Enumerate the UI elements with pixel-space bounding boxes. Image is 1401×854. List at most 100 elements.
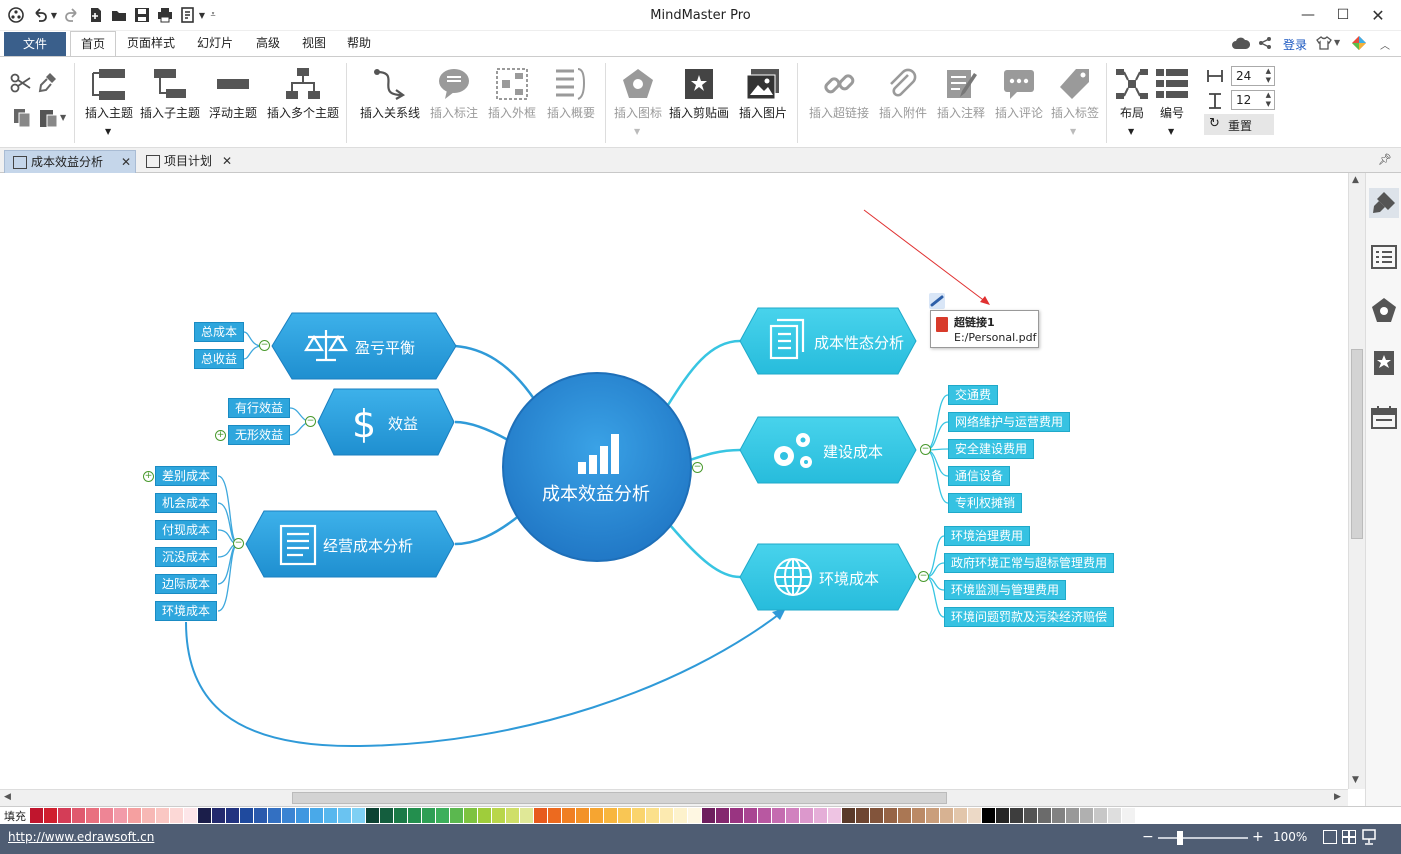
color-swatch[interactable] — [380, 808, 394, 823]
leaf-network-maintenance[interactable]: 网络维护与运营费用 — [948, 412, 1071, 432]
color-swatch[interactable] — [114, 808, 128, 823]
color-swatch[interactable] — [254, 808, 268, 823]
color-swatch[interactable] — [688, 808, 702, 823]
color-swatch[interactable] — [618, 808, 632, 823]
zoom-out-icon[interactable]: − — [1142, 829, 1154, 845]
color-swatch[interactable] — [1038, 808, 1052, 823]
insert-tag-button[interactable]: 插入标签 ▼ — [1046, 57, 1104, 147]
color-swatch[interactable] — [436, 808, 450, 823]
format-painter-icon[interactable] — [38, 71, 58, 96]
color-swatch[interactable] — [702, 808, 716, 823]
maximize-button[interactable]: ☐ — [1331, 4, 1355, 26]
color-swatch[interactable] — [674, 808, 688, 823]
color-swatch[interactable] — [856, 808, 870, 823]
copy-icon[interactable] — [12, 107, 32, 132]
reset-button[interactable]: ↻ 重置 — [1204, 114, 1274, 135]
topic-break-even[interactable]: 盈亏平衡 — [355, 337, 415, 358]
insert-relationship-button[interactable]: 插入关系线 — [356, 57, 424, 147]
insert-subtopic-button[interactable]: 插入子主题 — [138, 57, 202, 147]
color-swatch[interactable] — [1136, 808, 1150, 823]
color-swatch[interactable] — [142, 808, 156, 823]
insert-icon-dropdown-icon[interactable]: ▼ — [634, 127, 640, 136]
doc-tab-project-plan[interactable]: 项目计划 ✕ — [138, 150, 236, 173]
color-swatch[interactable] — [1080, 808, 1094, 823]
color-swatch[interactable] — [842, 808, 856, 823]
pin-panel-icon[interactable]: 📌︎ — [1378, 153, 1392, 166]
color-swatch[interactable] — [100, 808, 114, 823]
leaf-total-cost[interactable]: 总成本 — [194, 322, 245, 342]
leaf-gov-environment-management[interactable]: 政府环境正常与超标管理费用 — [944, 553, 1115, 573]
color-swatch[interactable] — [156, 808, 170, 823]
fit-page-icon[interactable] — [1323, 830, 1337, 844]
color-swatch[interactable] — [338, 808, 352, 823]
color-swatch[interactable] — [170, 808, 184, 823]
color-swatch[interactable] — [646, 808, 660, 823]
color-swatch[interactable] — [548, 808, 562, 823]
insert-attachment-button[interactable]: 插入附件 — [874, 57, 932, 147]
leaf-communication-equipment[interactable]: 通信设备 — [948, 466, 1011, 486]
collapse-toggle-icon[interactable]: − — [692, 462, 703, 473]
insert-topic-dropdown-icon[interactable]: ▼ — [105, 127, 111, 136]
insert-clipart-button[interactable]: 插入剪贴画 — [666, 57, 732, 147]
color-swatch[interactable] — [968, 808, 982, 823]
color-swatch[interactable] — [744, 808, 758, 823]
color-swatch[interactable] — [590, 808, 604, 823]
color-swatch[interactable] — [632, 808, 646, 823]
insert-tag-dropdown-icon[interactable]: ▼ — [1070, 127, 1076, 136]
color-swatch[interactable] — [982, 808, 996, 823]
scroll-right-icon[interactable]: ▶ — [1334, 792, 1341, 802]
color-swatch[interactable] — [1094, 808, 1108, 823]
login-link[interactable]: 登录 — [1283, 36, 1307, 53]
color-swatch[interactable] — [128, 808, 142, 823]
tab-page-style[interactable]: 页面样式 — [121, 31, 181, 56]
hyperlink-badge-icon[interactable] — [929, 293, 945, 309]
expand-toggle-icon[interactable]: + — [143, 471, 154, 482]
tab-help[interactable]: 帮助 — [339, 31, 379, 56]
color-swatch[interactable] — [240, 808, 254, 823]
collapse-ribbon-icon[interactable]: ︿ — [1380, 37, 1390, 52]
leaf-sunk-cost[interactable]: 沉没成本 — [155, 547, 218, 567]
close-tab-icon[interactable]: ✕ — [222, 150, 232, 172]
hyperlink-tooltip[interactable]: 超链接1 E:/Personal.pdf — [930, 310, 1039, 348]
color-swatch[interactable] — [324, 808, 338, 823]
color-swatch[interactable] — [212, 808, 226, 823]
color-swatch[interactable] — [604, 808, 618, 823]
color-swatch[interactable] — [772, 808, 786, 823]
insert-comment-button[interactable]: 插入评论 — [990, 57, 1048, 147]
insert-icon-button[interactable]: 插入图标 ▼ — [610, 57, 666, 147]
close-tab-icon[interactable]: ✕ — [121, 151, 131, 173]
outline-list-icon[interactable] — [1371, 245, 1397, 272]
layout-button[interactable]: 布局 ▼ — [1110, 57, 1154, 147]
color-swatch[interactable] — [884, 808, 898, 823]
color-swatch[interactable] — [1010, 808, 1024, 823]
leaf-marginal-cost[interactable]: 边际成本 — [155, 574, 218, 594]
insert-multiple-topics-button[interactable]: 插入多个主题 — [264, 57, 342, 147]
tab-home[interactable]: 首页 — [70, 31, 116, 56]
numbering-dropdown-icon[interactable]: ▼ — [1168, 127, 1174, 136]
color-swatch[interactable] — [912, 808, 926, 823]
color-swatch[interactable] — [1108, 808, 1122, 823]
tab-view[interactable]: 视图 — [294, 31, 334, 56]
clipart-panel-icon[interactable] — [1373, 350, 1395, 379]
color-swatch[interactable] — [408, 808, 422, 823]
color-swatch[interactable] — [268, 808, 282, 823]
color-swatch[interactable] — [366, 808, 380, 823]
leaf-differential-cost[interactable]: 差别成本 — [155, 466, 218, 486]
color-swatch[interactable] — [450, 808, 464, 823]
color-swatch[interactable] — [310, 808, 324, 823]
paste-dropdown-icon[interactable]: ▼ — [60, 113, 66, 122]
color-swatch[interactable] — [296, 808, 310, 823]
collapse-toggle-icon[interactable]: − — [920, 444, 931, 455]
color-swatch[interactable] — [72, 808, 86, 823]
color-swatch[interactable] — [814, 808, 828, 823]
color-swatch[interactable] — [828, 808, 842, 823]
color-swatch[interactable] — [464, 808, 478, 823]
leaf-pollution-compensation[interactable]: 环境问题罚款及污染经济赔偿 — [944, 607, 1115, 627]
expand-toggle-icon[interactable]: + — [215, 430, 226, 441]
horizontal-scrollbar[interactable]: ◀ ▶ — [0, 789, 1348, 806]
color-swatch[interactable] — [758, 808, 772, 823]
color-swatch[interactable] — [940, 808, 954, 823]
topic-operating-cost[interactable]: 经营成本分析 — [323, 535, 413, 556]
color-swatch[interactable] — [58, 808, 72, 823]
spacing-stepper-icon[interactable]: ▲ ▼ — [1266, 67, 1271, 85]
